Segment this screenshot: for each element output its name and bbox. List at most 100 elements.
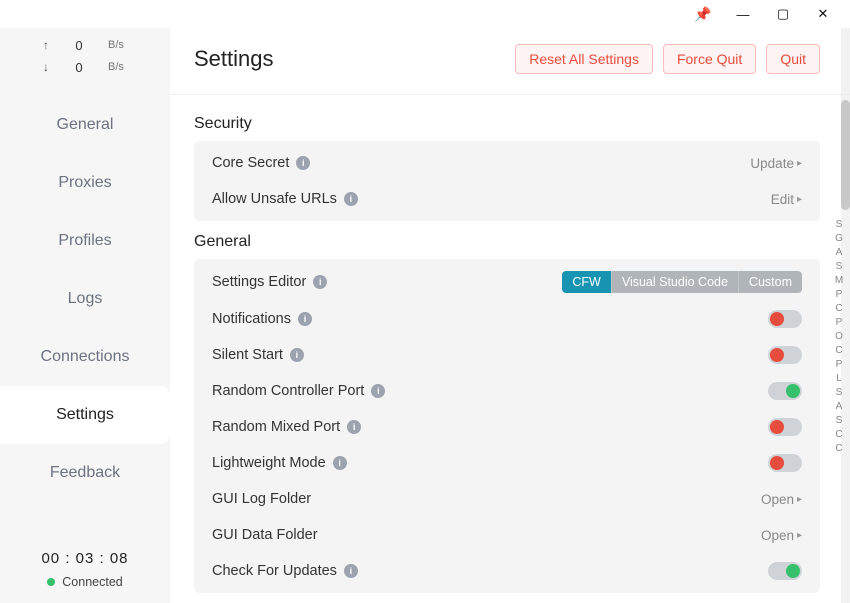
label-gui-data-folder: GUI Data Folder [212, 527, 318, 543]
letter-index-item[interactable]: S [832, 218, 846, 232]
letter-index-item[interactable]: C [832, 344, 846, 358]
close-button[interactable]: ✕ [804, 2, 842, 26]
content-scroll[interactable]: Security Core Secret Update▸ Allow Unsaf… [170, 95, 850, 603]
upload-value: 0 [70, 38, 88, 53]
upload-speed: ↑ 0 B/s [0, 34, 170, 56]
chevron-right-icon: ▸ [797, 530, 802, 541]
download-unit: B/s [108, 61, 128, 73]
row-lightweight-mode: Lightweight Mode [200, 445, 814, 481]
label-settings-editor: Settings Editor [212, 274, 306, 290]
letter-index-item[interactable]: G [832, 232, 846, 246]
status-dot-icon [47, 578, 55, 586]
upload-unit: B/s [108, 39, 128, 51]
letter-index-item[interactable]: A [832, 246, 846, 260]
seg-vscode[interactable]: Visual Studio Code [611, 271, 738, 293]
download-speed: ↓ 0 B/s [0, 56, 170, 78]
settings-editor-segmented: CFW Visual Studio Code Custom [562, 271, 802, 293]
section-title-security: Security [194, 115, 820, 133]
row-gui-log-folder: GUI Log Folder Open▸ [200, 481, 814, 517]
info-icon[interactable] [296, 156, 310, 170]
arrow-up-icon: ↑ [42, 38, 50, 52]
maximize-button[interactable]: ▢ [764, 2, 802, 26]
letter-index-item[interactable]: S [832, 414, 846, 428]
update-core-secret-button[interactable]: Update▸ [750, 156, 802, 171]
row-core-secret: Core Secret Update▸ [200, 145, 814, 181]
seg-cfw[interactable]: CFW [562, 271, 610, 293]
info-icon[interactable] [347, 420, 361, 434]
row-settings-editor: Settings Editor CFW Visual Studio Code C… [200, 263, 814, 301]
row-random-mixed-port: Random Mixed Port [200, 409, 814, 445]
letter-index-item[interactable]: P [832, 288, 846, 302]
label-gui-log-folder: GUI Log Folder [212, 491, 311, 507]
sidebar-item-proxies[interactable]: Proxies [0, 154, 170, 212]
label-lightweight-mode: Lightweight Mode [212, 455, 326, 471]
sidebar-item-settings[interactable]: Settings [0, 386, 170, 444]
connection-status: Connected [0, 575, 170, 589]
info-icon[interactable] [333, 456, 347, 470]
letter-index-item[interactable]: C [832, 302, 846, 316]
minimize-button[interactable]: — [724, 2, 762, 26]
sidebar-item-logs[interactable]: Logs [0, 270, 170, 328]
letter-index-item[interactable]: A [832, 400, 846, 414]
uptime-timer: 00 : 03 : 08 [0, 550, 170, 567]
open-gui-log-folder-button[interactable]: Open▸ [761, 492, 802, 507]
main-panel: Settings Reset All Settings Force Quit Q… [170, 28, 850, 603]
force-quit-button[interactable]: Force Quit [663, 44, 756, 74]
main-header: Settings Reset All Settings Force Quit Q… [170, 28, 850, 95]
info-icon[interactable] [344, 192, 358, 206]
letter-index-item[interactable]: S [832, 260, 846, 274]
info-icon[interactable] [313, 275, 327, 289]
label-allow-unsafe-urls: Allow Unsafe URLs [212, 191, 337, 207]
sidebar-nav: General Proxies Profiles Logs Connection… [0, 96, 170, 502]
open-gui-data-folder-button[interactable]: Open▸ [761, 528, 802, 543]
letter-index-item[interactable]: P [832, 358, 846, 372]
connection-status-label: Connected [62, 575, 122, 589]
chevron-right-icon: ▸ [797, 194, 802, 205]
letter-index-item[interactable]: P [832, 316, 846, 330]
letter-index-item[interactable]: O [832, 330, 846, 344]
label-silent-start: Silent Start [212, 347, 283, 363]
security-card: Core Secret Update▸ Allow Unsafe URLs Ed… [194, 141, 820, 221]
letter-index-item[interactable]: M [832, 274, 846, 288]
edit-unsafe-urls-button[interactable]: Edit▸ [771, 192, 802, 207]
sidebar-item-connections[interactable]: Connections [0, 328, 170, 386]
letter-index-item[interactable]: S [832, 386, 846, 400]
toggle-notifications[interactable] [768, 310, 802, 328]
quit-button[interactable]: Quit [766, 44, 820, 74]
toggle-random-controller-port[interactable] [768, 382, 802, 400]
sidebar-item-general[interactable]: General [0, 96, 170, 154]
info-icon[interactable] [290, 348, 304, 362]
letter-index-item[interactable]: L [832, 372, 846, 386]
info-icon[interactable] [298, 312, 312, 326]
info-icon[interactable] [344, 564, 358, 578]
sidebar-item-feedback[interactable]: Feedback [0, 444, 170, 502]
label-random-controller-port: Random Controller Port [212, 383, 364, 399]
page-title: Settings [194, 46, 274, 72]
label-notifications: Notifications [212, 311, 291, 327]
letter-index[interactable]: SGASMPCPOCPLSASCC [832, 218, 846, 456]
label-random-mixed-port: Random Mixed Port [212, 419, 340, 435]
reset-all-button[interactable]: Reset All Settings [515, 44, 653, 74]
sidebar: ↑ 0 B/s ↓ 0 B/s General Proxies Profiles… [0, 28, 170, 603]
sidebar-item-profiles[interactable]: Profiles [0, 212, 170, 270]
row-allow-unsafe-urls: Allow Unsafe URLs Edit▸ [200, 181, 814, 217]
row-notifications: Notifications [200, 301, 814, 337]
label-check-for-updates: Check For Updates [212, 563, 337, 579]
toggle-check-for-updates[interactable] [768, 562, 802, 580]
row-gui-data-folder: GUI Data Folder Open▸ [200, 517, 814, 553]
pin-icon[interactable]: 📌 [684, 2, 722, 26]
toggle-random-mixed-port[interactable] [768, 418, 802, 436]
label-core-secret: Core Secret [212, 155, 289, 171]
arrow-down-icon: ↓ [42, 60, 50, 74]
row-silent-start: Silent Start [200, 337, 814, 373]
letter-index-item[interactable]: C [832, 428, 846, 442]
row-random-controller-port: Random Controller Port [200, 373, 814, 409]
toggle-silent-start[interactable] [768, 346, 802, 364]
titlebar: 📌 — ▢ ✕ [0, 0, 850, 28]
seg-custom[interactable]: Custom [738, 271, 802, 293]
info-icon[interactable] [371, 384, 385, 398]
letter-index-item[interactable]: C [832, 442, 846, 456]
section-title-general: General [194, 233, 820, 251]
toggle-lightweight-mode[interactable] [768, 454, 802, 472]
general-card: Settings Editor CFW Visual Studio Code C… [194, 259, 820, 593]
